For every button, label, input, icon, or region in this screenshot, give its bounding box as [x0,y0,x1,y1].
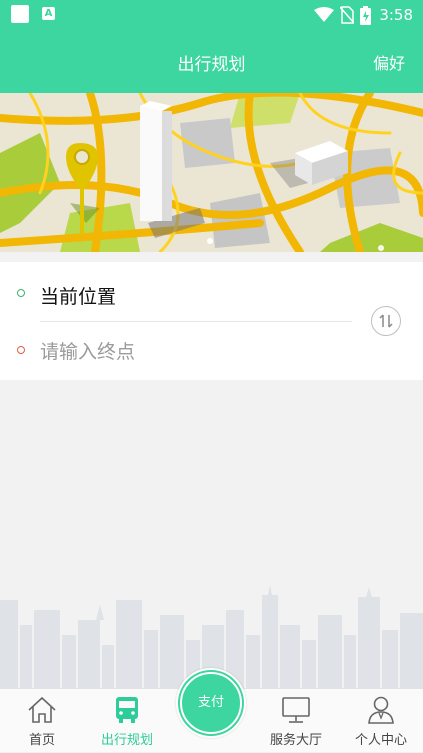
page-title: 出行规划 [177,55,246,75]
carousel-dot-2[interactable] [378,245,384,251]
tab-trip-planning[interactable]: 出行规划 [84,689,170,753]
tab-home[interactable]: 首页 [0,689,84,753]
carousel-dot-1[interactable] [207,238,213,244]
wifi-icon [314,7,335,22]
clock: 3:58 [379,6,413,24]
bus-icon [116,697,138,723]
tab-service-hall-label: 服务大厅 [269,733,322,748]
banner-carousel[interactable] [0,93,423,252]
tab-profile-label: 个人中心 [354,733,407,748]
swap-button[interactable] [371,306,401,336]
tab-profile[interactable]: 个人中心 [339,689,423,753]
no-sim-icon [340,6,355,24]
monitor-icon [282,697,310,723]
divider [40,321,352,322]
map-illustration [0,93,423,252]
swap-icon [379,314,393,328]
start-point-icon [17,289,25,297]
app-header: 出行规划 偏好 [0,30,423,93]
tab-trip-planning-label: 出行规划 [100,733,153,748]
status-bar: A 3:58 [0,0,423,30]
preferences-button[interactable]: 偏好 [373,50,405,74]
pay-button[interactable]: 支付 [180,672,242,734]
tab-service-hall[interactable]: 服务大厅 [254,689,338,753]
notification-icon [11,5,29,23]
status-icons: 3:58 [314,4,413,26]
home-icon [28,696,56,723]
start-location[interactable]: 当前位置 [40,282,116,309]
app-notification-icon: A [42,7,55,20]
battery-charging-icon [360,5,372,25]
end-point-icon [17,346,25,354]
person-icon [368,696,394,724]
destination-input[interactable] [40,339,340,365]
tab-home-label: 首页 [28,733,55,748]
